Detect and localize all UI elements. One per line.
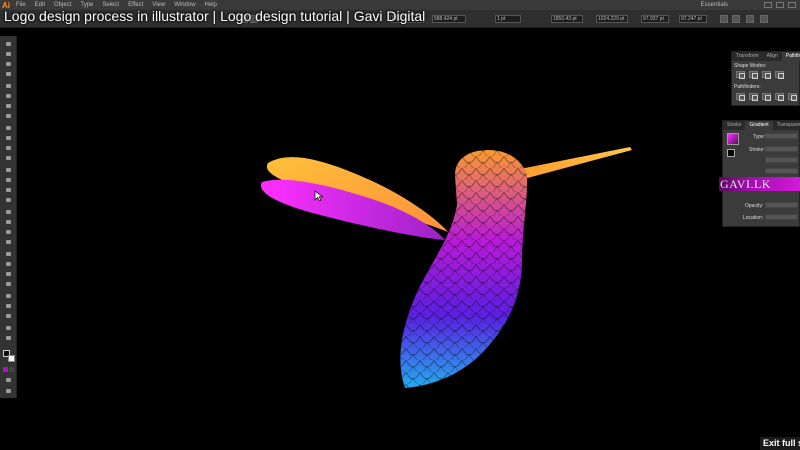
gradient-tool-icon[interactable] [4,250,13,258]
minimize-button[interactable] [764,2,772,8]
control-field-w[interactable]: 1850.43 pt [551,15,583,23]
hummingbird-artwork [260,147,632,388]
mesh-tool-icon[interactable] [4,238,13,246]
magic-wand-tool-icon[interactable] [4,60,13,68]
drawing-mode-icon[interactable] [4,376,13,384]
gradient-panel: Stroke Gradient Transparency Type: Strok… [722,120,800,227]
gradient-stroke-label: Stroke: [749,147,765,153]
blend-tool-icon[interactable] [4,270,13,278]
control-field-stroke[interactable]: 1 pt [495,15,521,23]
beak [515,147,632,180]
type-tool-icon[interactable] [4,102,13,110]
pencil-tool-icon[interactable] [4,144,13,152]
line-tool-icon[interactable] [4,112,13,120]
tab-gradient[interactable]: Gradient [745,121,773,130]
location-label: Location: [743,215,764,221]
gavi-watermark: GAVI.LK [720,177,771,191]
hand-tool-icon[interactable] [4,324,13,332]
tab-transparency[interactable]: Transparency [773,121,800,130]
control-icon-button[interactable] [760,15,768,23]
tab-pathfinder[interactable]: Pathfinder [781,52,800,61]
zoom-tool-icon[interactable] [4,334,13,342]
merge-button[interactable] [762,93,771,101]
gradient-type-select[interactable] [765,133,798,139]
control-field-h[interactable]: 1024.229 pt [596,15,628,23]
pathfinders-label: Pathfinders: [734,84,761,90]
gradient-mode-swatch[interactable] [9,367,14,372]
stroke-swatch[interactable] [8,355,15,362]
artboard-tool-icon[interactable] [4,302,13,310]
tab-stroke[interactable]: Stroke [723,121,745,130]
control-field-y[interactable]: 588.424 pt [432,15,466,23]
divide-button[interactable] [736,93,745,101]
scale-tool-icon[interactable] [4,186,13,194]
crop-button[interactable] [775,93,784,101]
selection-tool-icon[interactable] [4,40,13,48]
control-field-height[interactable]: 97.247 pt [679,15,707,23]
control-icon-button[interactable] [732,15,740,23]
screen-mode-icon[interactable] [4,387,13,395]
pathfinder-panel: Transform Align Pathfinder Shape Modes: … [731,51,800,106]
control-icon-button[interactable] [720,15,728,23]
outline-button[interactable] [788,93,797,101]
opacity-field[interactable] [765,202,798,208]
gradient-type-label: Type: [753,134,766,140]
maximize-button[interactable] [776,2,784,8]
shape-builder-tool-icon[interactable] [4,218,13,226]
color-mode-swatch[interactable] [3,367,8,372]
column-graph-tool-icon[interactable] [4,292,13,300]
minus-front-button[interactable] [749,71,758,79]
paintbrush-tool-icon[interactable] [4,134,13,142]
width-tool-icon[interactable] [4,196,13,204]
tab-align[interactable]: Align [763,52,782,61]
artboard-canvas[interactable] [18,29,800,450]
close-button[interactable] [788,2,796,8]
symbol-sprayer-tool-icon[interactable] [4,280,13,288]
exit-fullscreen-button[interactable]: Exit full s [760,437,800,450]
arrow-cursor-icon [314,190,324,202]
video-title: Logo design process in illustrator | Log… [4,8,426,24]
fill-stroke-toggle[interactable] [727,149,735,157]
intersect-button[interactable] [762,71,771,79]
control-icon-button[interactable] [746,15,754,23]
tools-panel [0,36,17,398]
lasso-tool-icon[interactable] [4,70,13,78]
control-field-width[interactable]: 97.937 pt [641,15,669,23]
pen-tool-icon[interactable] [4,82,13,90]
direct-selection-tool-icon[interactable] [4,50,13,58]
perspective-grid-tool-icon[interactable] [4,228,13,236]
location-field[interactable] [765,214,798,220]
angle-field[interactable] [765,157,798,163]
shape-modes-label: Shape Modes: [734,63,767,69]
curvature-tool-icon[interactable] [4,92,13,100]
aspect-ratio-field[interactable] [765,168,798,174]
trim-button[interactable] [749,93,758,101]
stroke-mode-buttons[interactable] [765,146,798,152]
eraser-tool-icon[interactable] [4,166,13,174]
exclude-button[interactable] [775,71,784,79]
free-transform-tool-icon[interactable] [4,208,13,216]
unite-button[interactable] [736,71,745,79]
workspace-switcher[interactable]: Essentials [701,2,728,8]
tab-transform[interactable]: Transform [732,52,763,61]
rotate-tool-icon[interactable] [4,176,13,184]
blob-brush-tool-icon[interactable] [4,154,13,162]
opacity-label: Opacity: [745,203,764,209]
slice-tool-icon[interactable] [4,312,13,320]
eyedropper-tool-icon[interactable] [4,260,13,268]
rectangle-tool-icon[interactable] [4,124,13,132]
gradient-preview-swatch[interactable] [727,133,739,145]
